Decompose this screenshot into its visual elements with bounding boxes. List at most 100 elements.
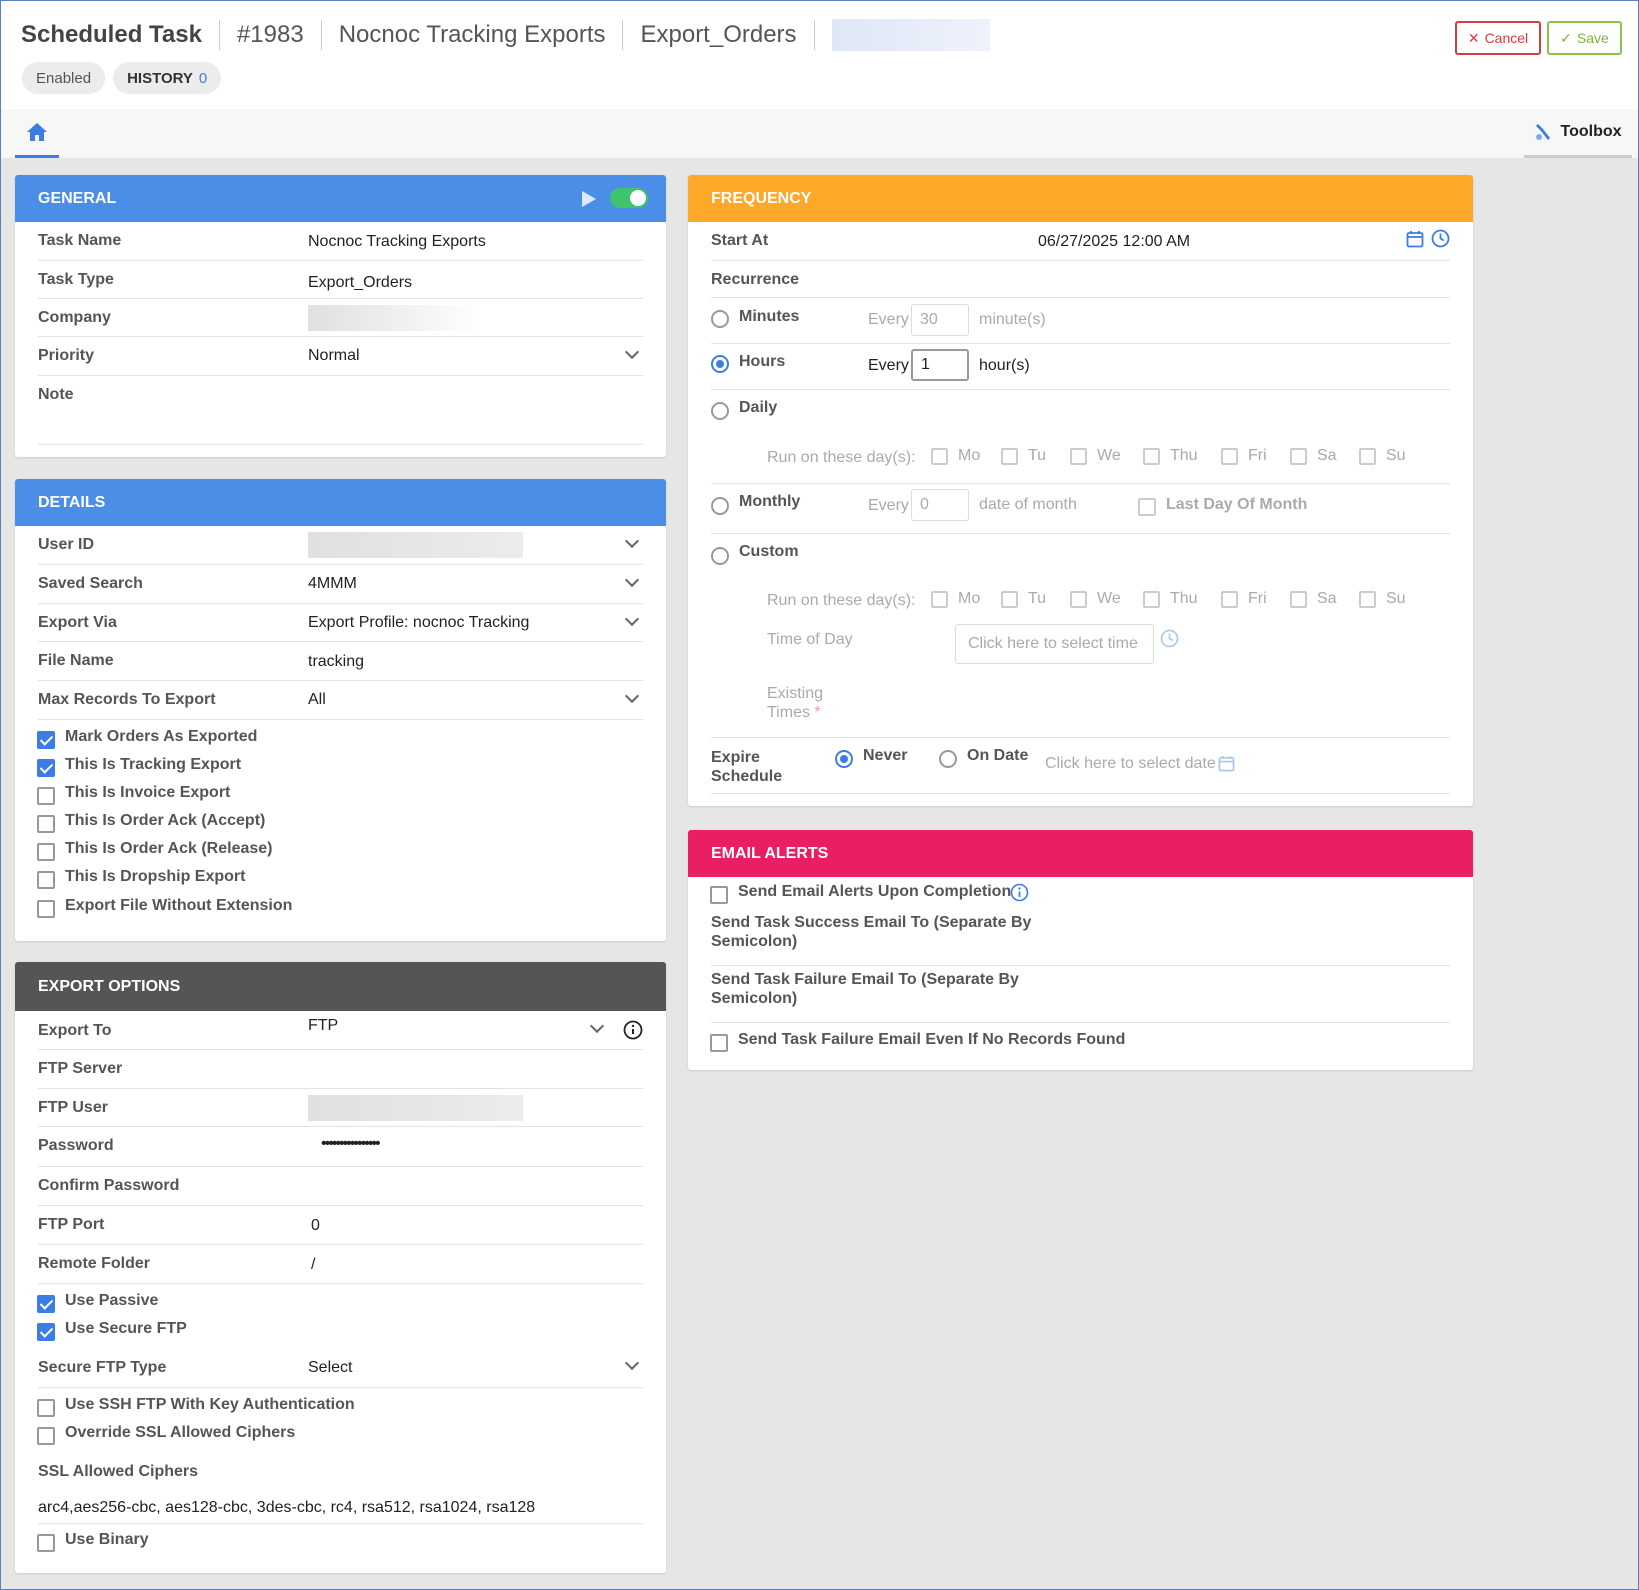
check-invoice-export[interactable]: This Is Invoice Export — [37, 784, 457, 808]
task-name-value[interactable]: Nocnoc Tracking Exports — [308, 233, 486, 251]
info-icon[interactable] — [623, 1020, 643, 1040]
checkbox[interactable] — [1001, 448, 1018, 465]
password-input[interactable]: •••••••••••••••• — [321, 1135, 379, 1153]
user-id-value-redacted[interactable] — [308, 532, 523, 558]
chevron-down-icon[interactable] — [590, 1019, 604, 1033]
checkbox[interactable] — [37, 759, 55, 777]
custom-day-thu[interactable]: Thu — [1143, 590, 1198, 608]
checkbox[interactable] — [1290, 448, 1307, 465]
export-to-value[interactable]: FTP — [308, 1017, 338, 1035]
checkbox[interactable] — [931, 591, 948, 608]
daily-day-thu[interactable]: Thu — [1143, 447, 1198, 465]
ssl-ciphers-value[interactable]: arc4,aes256-cbc, aes128-cbc, 3des-cbc, r… — [38, 1499, 535, 1517]
on-date-radio[interactable] — [939, 750, 957, 768]
never-radio[interactable] — [835, 750, 853, 768]
checkbox[interactable] — [37, 871, 55, 889]
checkbox[interactable] — [1138, 498, 1156, 516]
success-email-input[interactable] — [1038, 913, 1450, 961]
checkbox[interactable] — [1070, 591, 1087, 608]
expire-date-input[interactable]: Click here to select date — [1045, 755, 1216, 773]
export-to-row[interactable]: Export To FTP — [38, 1011, 643, 1050]
custom-day-fri[interactable]: Fri — [1221, 590, 1267, 608]
use-secure-ftp-check[interactable]: Use Secure FTP — [37, 1320, 337, 1344]
checkbox[interactable] — [37, 1323, 55, 1341]
checkbox[interactable] — [1221, 591, 1238, 608]
task-type-value[interactable]: Export_Orders — [308, 274, 412, 292]
company-value-redacted[interactable] — [308, 305, 483, 331]
use-ssh-check[interactable]: Use SSH FTP With Key Authentication — [37, 1396, 437, 1420]
checkbox[interactable] — [931, 448, 948, 465]
export-via-value[interactable]: Export Profile: nocnoc Tracking — [308, 614, 529, 632]
checkbox[interactable] — [1070, 448, 1087, 465]
check-order-ack-accept[interactable]: This Is Order Ack (Accept) — [37, 812, 457, 836]
hours-input[interactable]: 1 — [911, 349, 969, 381]
checkbox[interactable] — [1221, 448, 1238, 465]
clock-icon[interactable] — [1160, 629, 1179, 648]
max-records-row[interactable]: Max Records To Export All — [38, 681, 643, 720]
check-no-extension[interactable]: Export File Without Extension — [37, 897, 457, 921]
custom-radio[interactable] — [711, 547, 729, 565]
checkbox[interactable] — [1143, 591, 1160, 608]
custom-day-su[interactable]: Su — [1359, 590, 1406, 608]
check-tracking-export[interactable]: This Is Tracking Export — [37, 756, 457, 780]
daily-day-we[interactable]: We — [1070, 447, 1121, 465]
checkbox[interactable] — [1359, 448, 1376, 465]
monthly-radio[interactable] — [711, 497, 729, 515]
tab-home[interactable] — [15, 109, 59, 158]
chevron-down-icon[interactable] — [625, 1356, 639, 1370]
chevron-down-icon[interactable] — [625, 534, 639, 548]
checkbox[interactable] — [37, 1399, 55, 1417]
ftp-port-value[interactable]: 0 — [311, 1217, 320, 1235]
minutes-input[interactable]: 30 — [911, 304, 969, 336]
confirm-password-input[interactable] — [308, 1171, 643, 1201]
note-input[interactable] — [308, 380, 643, 440]
checkbox[interactable] — [1143, 448, 1160, 465]
chevron-down-icon[interactable] — [625, 689, 639, 703]
calendar-icon[interactable] — [1406, 230, 1424, 248]
export-via-row[interactable]: Export Via Export Profile: nocnoc Tracki… — [38, 604, 643, 642]
history-button[interactable]: HISTORY 0 — [113, 62, 221, 94]
chevron-down-icon[interactable] — [625, 345, 639, 359]
enabled-toggle[interactable] — [610, 188, 648, 208]
user-id-row[interactable]: User ID — [38, 526, 643, 565]
monthly-input[interactable]: 0 — [911, 489, 969, 521]
time-of-day-input[interactable]: Click here to select time — [955, 624, 1154, 664]
custom-day-sa[interactable]: Sa — [1290, 590, 1337, 608]
ftp-user-value-redacted[interactable] — [308, 1095, 523, 1121]
chevron-down-icon[interactable] — [625, 573, 639, 587]
toolbox-tab[interactable]: Toolbox — [1524, 109, 1632, 158]
checkbox[interactable] — [37, 900, 55, 918]
custom-day-we[interactable]: We — [1070, 590, 1121, 608]
custom-day-mo[interactable]: Mo — [931, 590, 980, 608]
file-name-value[interactable]: tracking — [308, 653, 364, 671]
custom-day-tu[interactable]: Tu — [1001, 590, 1046, 608]
send-alerts-check[interactable]: Send Email Alerts Upon Completion — [710, 883, 1050, 907]
check-order-ack-release[interactable]: This Is Order Ack (Release) — [37, 840, 457, 864]
checkbox[interactable] — [37, 1427, 55, 1445]
calendar-icon[interactable] — [1218, 755, 1235, 772]
checkbox[interactable] — [37, 787, 55, 805]
chevron-down-icon[interactable] — [625, 612, 639, 626]
checkbox[interactable] — [37, 815, 55, 833]
failure-no-records-check[interactable]: Send Task Failure Email Even If No Recor… — [710, 1031, 1130, 1055]
play-icon[interactable] — [582, 191, 596, 207]
daily-day-mo[interactable]: Mo — [931, 447, 980, 465]
check-dropship-export[interactable]: This Is Dropship Export — [37, 868, 457, 892]
check-mark-exported[interactable]: Mark Orders As Exported — [37, 728, 457, 752]
checkbox[interactable] — [1359, 591, 1376, 608]
daily-day-sa[interactable]: Sa — [1290, 447, 1337, 465]
priority-row[interactable]: Priority Normal — [38, 337, 643, 376]
checkbox[interactable] — [710, 1034, 728, 1052]
daily-day-tu[interactable]: Tu — [1001, 447, 1046, 465]
checkbox[interactable] — [37, 731, 55, 749]
override-ssl-check[interactable]: Override SSL Allowed Ciphers — [37, 1424, 437, 1448]
priority-value[interactable]: Normal — [308, 347, 360, 365]
failure-email-input[interactable] — [1038, 970, 1450, 1018]
last-day-check[interactable]: Last Day Of Month — [1138, 496, 1338, 518]
use-binary-check[interactable]: Use Binary — [37, 1531, 337, 1555]
checkbox[interactable] — [37, 1534, 55, 1552]
cancel-button[interactable]: ✕ Cancel — [1455, 21, 1541, 55]
save-button[interactable]: ✓ Save — [1547, 21, 1622, 55]
secure-ftp-type-row[interactable]: Secure FTP Type Select — [38, 1348, 643, 1388]
saved-search-value[interactable]: 4MMM — [308, 575, 357, 593]
